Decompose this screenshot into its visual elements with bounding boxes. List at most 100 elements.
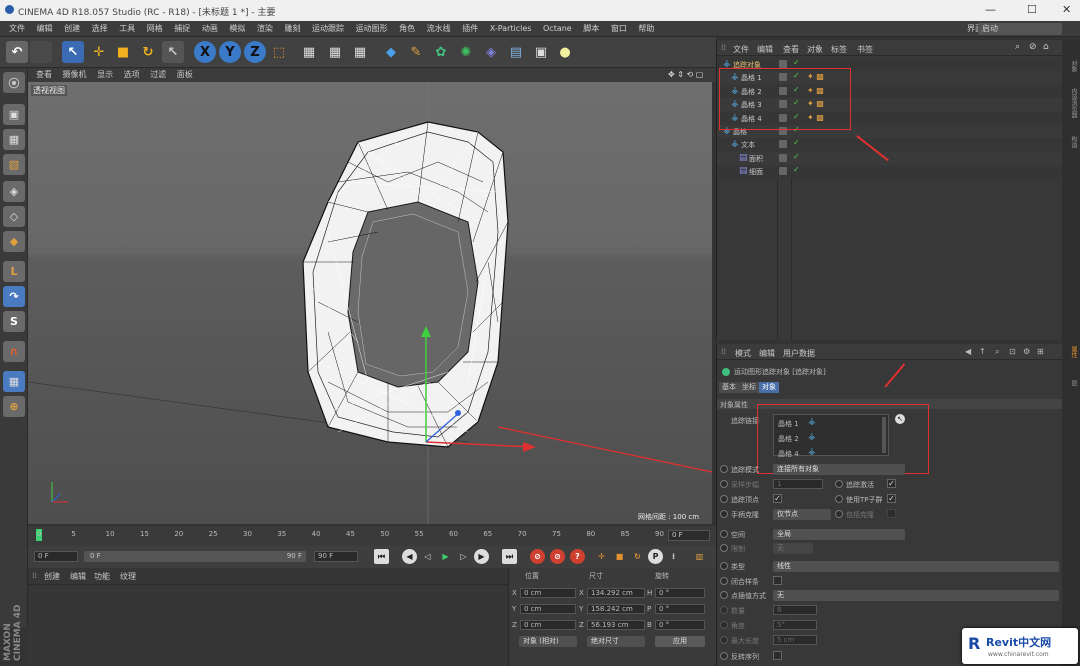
trace-vertices-checkbox[interactable]: ✓ (773, 494, 782, 503)
search-icon[interactable]: ⌕ (995, 347, 999, 357)
timeline-window-icon[interactable]: ▥ (692, 549, 707, 564)
radio-icon[interactable] (720, 577, 728, 585)
menu-item[interactable]: 工具 (119, 21, 135, 37)
select-tool-icon[interactable]: ↖ (62, 41, 84, 63)
magnet-icon[interactable]: ∩ (3, 341, 25, 362)
rotation-p-field[interactable]: 0 ° (655, 604, 705, 614)
attribute-menu-item[interactable]: 模式 (735, 348, 751, 359)
settings-icon[interactable]: ⚙ (1023, 347, 1030, 356)
radio-icon[interactable] (720, 606, 728, 614)
go-to-end-icon[interactable]: ⏭ (502, 549, 517, 564)
attribute-menu-item[interactable]: 用户数据 (783, 348, 815, 359)
interpolation-select[interactable]: 无 (773, 590, 1059, 601)
previous-frame-icon[interactable]: ◁ (420, 549, 435, 564)
menu-item[interactable]: 文件 (9, 21, 25, 37)
tab-object[interactable]: 对象 (759, 382, 779, 393)
radio-icon[interactable] (720, 591, 728, 599)
current-frame-field[interactable]: 0 F (668, 530, 710, 541)
rotation-b-field[interactable]: 0 ° (655, 620, 705, 630)
radio-icon[interactable] (835, 495, 843, 503)
object-menu-item[interactable]: 查看 (783, 44, 799, 55)
redo-icon[interactable] (30, 41, 52, 63)
object-menu-item[interactable]: 书签 (857, 44, 873, 55)
radio-icon[interactable] (835, 480, 843, 488)
menu-item[interactable]: 角色 (399, 21, 415, 37)
undo-icon[interactable]: ↶ (6, 41, 28, 63)
lock-workplane-icon[interactable]: ⊕ (3, 396, 25, 417)
axis-mode-icon[interactable]: L (3, 261, 25, 282)
start-frame-field[interactable]: 0 F (34, 551, 78, 562)
position-y-field[interactable]: 0 cm (520, 604, 576, 614)
object-menu-item[interactable]: 对象 (807, 44, 823, 55)
workplane-icon[interactable]: ▧ (3, 154, 25, 175)
parameter-key-icon[interactable]: P (648, 549, 663, 564)
radio-icon[interactable] (720, 636, 728, 644)
radio-icon[interactable] (720, 480, 728, 488)
radio-icon[interactable] (720, 510, 728, 518)
radio-icon[interactable] (720, 652, 728, 660)
object-row[interactable]: ▤ 面积 ✓ (717, 151, 1063, 165)
menu-item[interactable]: 运动图形 (356, 21, 388, 37)
snap-icon[interactable]: S (3, 311, 25, 332)
go-to-start-icon[interactable]: ⏮ (374, 549, 389, 564)
menu-item[interactable]: 渲染 (257, 21, 273, 37)
limit-select[interactable]: 无 (773, 543, 813, 554)
viewport-menu-item[interactable]: 摄像机 (63, 68, 87, 82)
viewport-nav-icons[interactable]: ✥ ⇕ ⟲ ▢ (668, 68, 703, 82)
material-menu-item[interactable]: 创建 (44, 571, 60, 582)
rotate-tool-icon[interactable]: ↻ (137, 41, 159, 63)
texture-mode-icon[interactable]: ▦ (3, 129, 25, 150)
previous-key-icon[interactable]: ◀ (402, 549, 417, 564)
type-select[interactable]: 线性 (773, 561, 1059, 572)
cube-icon[interactable]: ◆ (380, 41, 402, 63)
menu-item[interactable]: Octane (543, 21, 572, 37)
light-icon[interactable]: ● (554, 41, 576, 63)
rotation-h-field[interactable]: 0 ° (655, 588, 705, 598)
render-settings-icon[interactable]: ▦ (349, 41, 371, 63)
x-axis-button[interactable]: X (194, 41, 216, 63)
point-level-icon[interactable]: ⁞ (666, 549, 681, 564)
recent-tool-icon[interactable]: ↖ (162, 41, 184, 63)
frame-range-slider[interactable]: 0 F 90 F (84, 551, 306, 562)
menu-item[interactable]: 捕捉 (174, 21, 190, 37)
attribute-menu-item[interactable]: 编辑 (759, 348, 775, 359)
enable-check-icon[interactable]: ✓ (793, 58, 800, 67)
max-length-field[interactable]: 5 cm (773, 635, 817, 645)
lock-icon[interactable]: ⊡ (1009, 347, 1016, 356)
keyframe-selection-icon[interactable]: ? (570, 549, 585, 564)
move-tool-icon[interactable]: ✛ (88, 41, 110, 63)
size-y-field[interactable]: 158.242 cm (587, 604, 645, 614)
render-view-icon[interactable]: ▦ (298, 41, 320, 63)
radio-icon[interactable] (720, 495, 728, 503)
menu-item[interactable]: 流水线 (427, 21, 451, 37)
tab-coords[interactable]: 坐标 (739, 382, 759, 393)
make-editable-icon[interactable]: ⦿ (3, 72, 25, 93)
play-icon[interactable]: ▶ (438, 549, 453, 564)
floor-icon[interactable]: ▤ (505, 41, 527, 63)
polygons-mode-icon[interactable]: ◆ (3, 231, 25, 252)
coordinate-mode-select[interactable]: 对象 (相对) (519, 636, 577, 647)
object-menu-item[interactable]: 文件 (733, 44, 749, 55)
home-icon[interactable]: ⌂ (1043, 42, 1049, 52)
radio-icon[interactable] (720, 562, 728, 570)
filter-icon[interactable]: ⊘ (1029, 42, 1037, 52)
z-axis-button[interactable]: Z (244, 41, 266, 63)
handle-clone-select[interactable]: 仅节点 (773, 509, 831, 520)
y-axis-button[interactable]: Y (219, 41, 241, 63)
menu-item[interactable]: 动画 (202, 21, 218, 37)
render-to-picture-viewer-icon[interactable]: ▦ (324, 41, 346, 63)
position-z-field[interactable]: 0 cm (520, 620, 576, 630)
size-mode-select[interactable]: 绝对尺寸 (587, 636, 645, 647)
visibility-toggle[interactable] (779, 153, 787, 162)
enable-check-icon[interactable]: ✓ (793, 138, 800, 147)
new-window-icon[interactable]: ⊞ (1037, 347, 1044, 356)
radio-icon[interactable] (720, 621, 728, 629)
menu-item[interactable]: 运动跟踪 (312, 21, 344, 37)
material-menu-item[interactable]: 功能 (94, 571, 110, 582)
enable-check-icon[interactable]: ✓ (793, 165, 800, 174)
pen-spline-icon[interactable]: ✎ (405, 41, 427, 63)
size-x-field[interactable]: 134.292 cm (587, 588, 645, 598)
close-icon[interactable]: ✕ (1062, 3, 1071, 16)
include-clones-checkbox[interactable] (887, 509, 896, 518)
side-tab-attributes[interactable]: 属性 (1064, 346, 1078, 358)
